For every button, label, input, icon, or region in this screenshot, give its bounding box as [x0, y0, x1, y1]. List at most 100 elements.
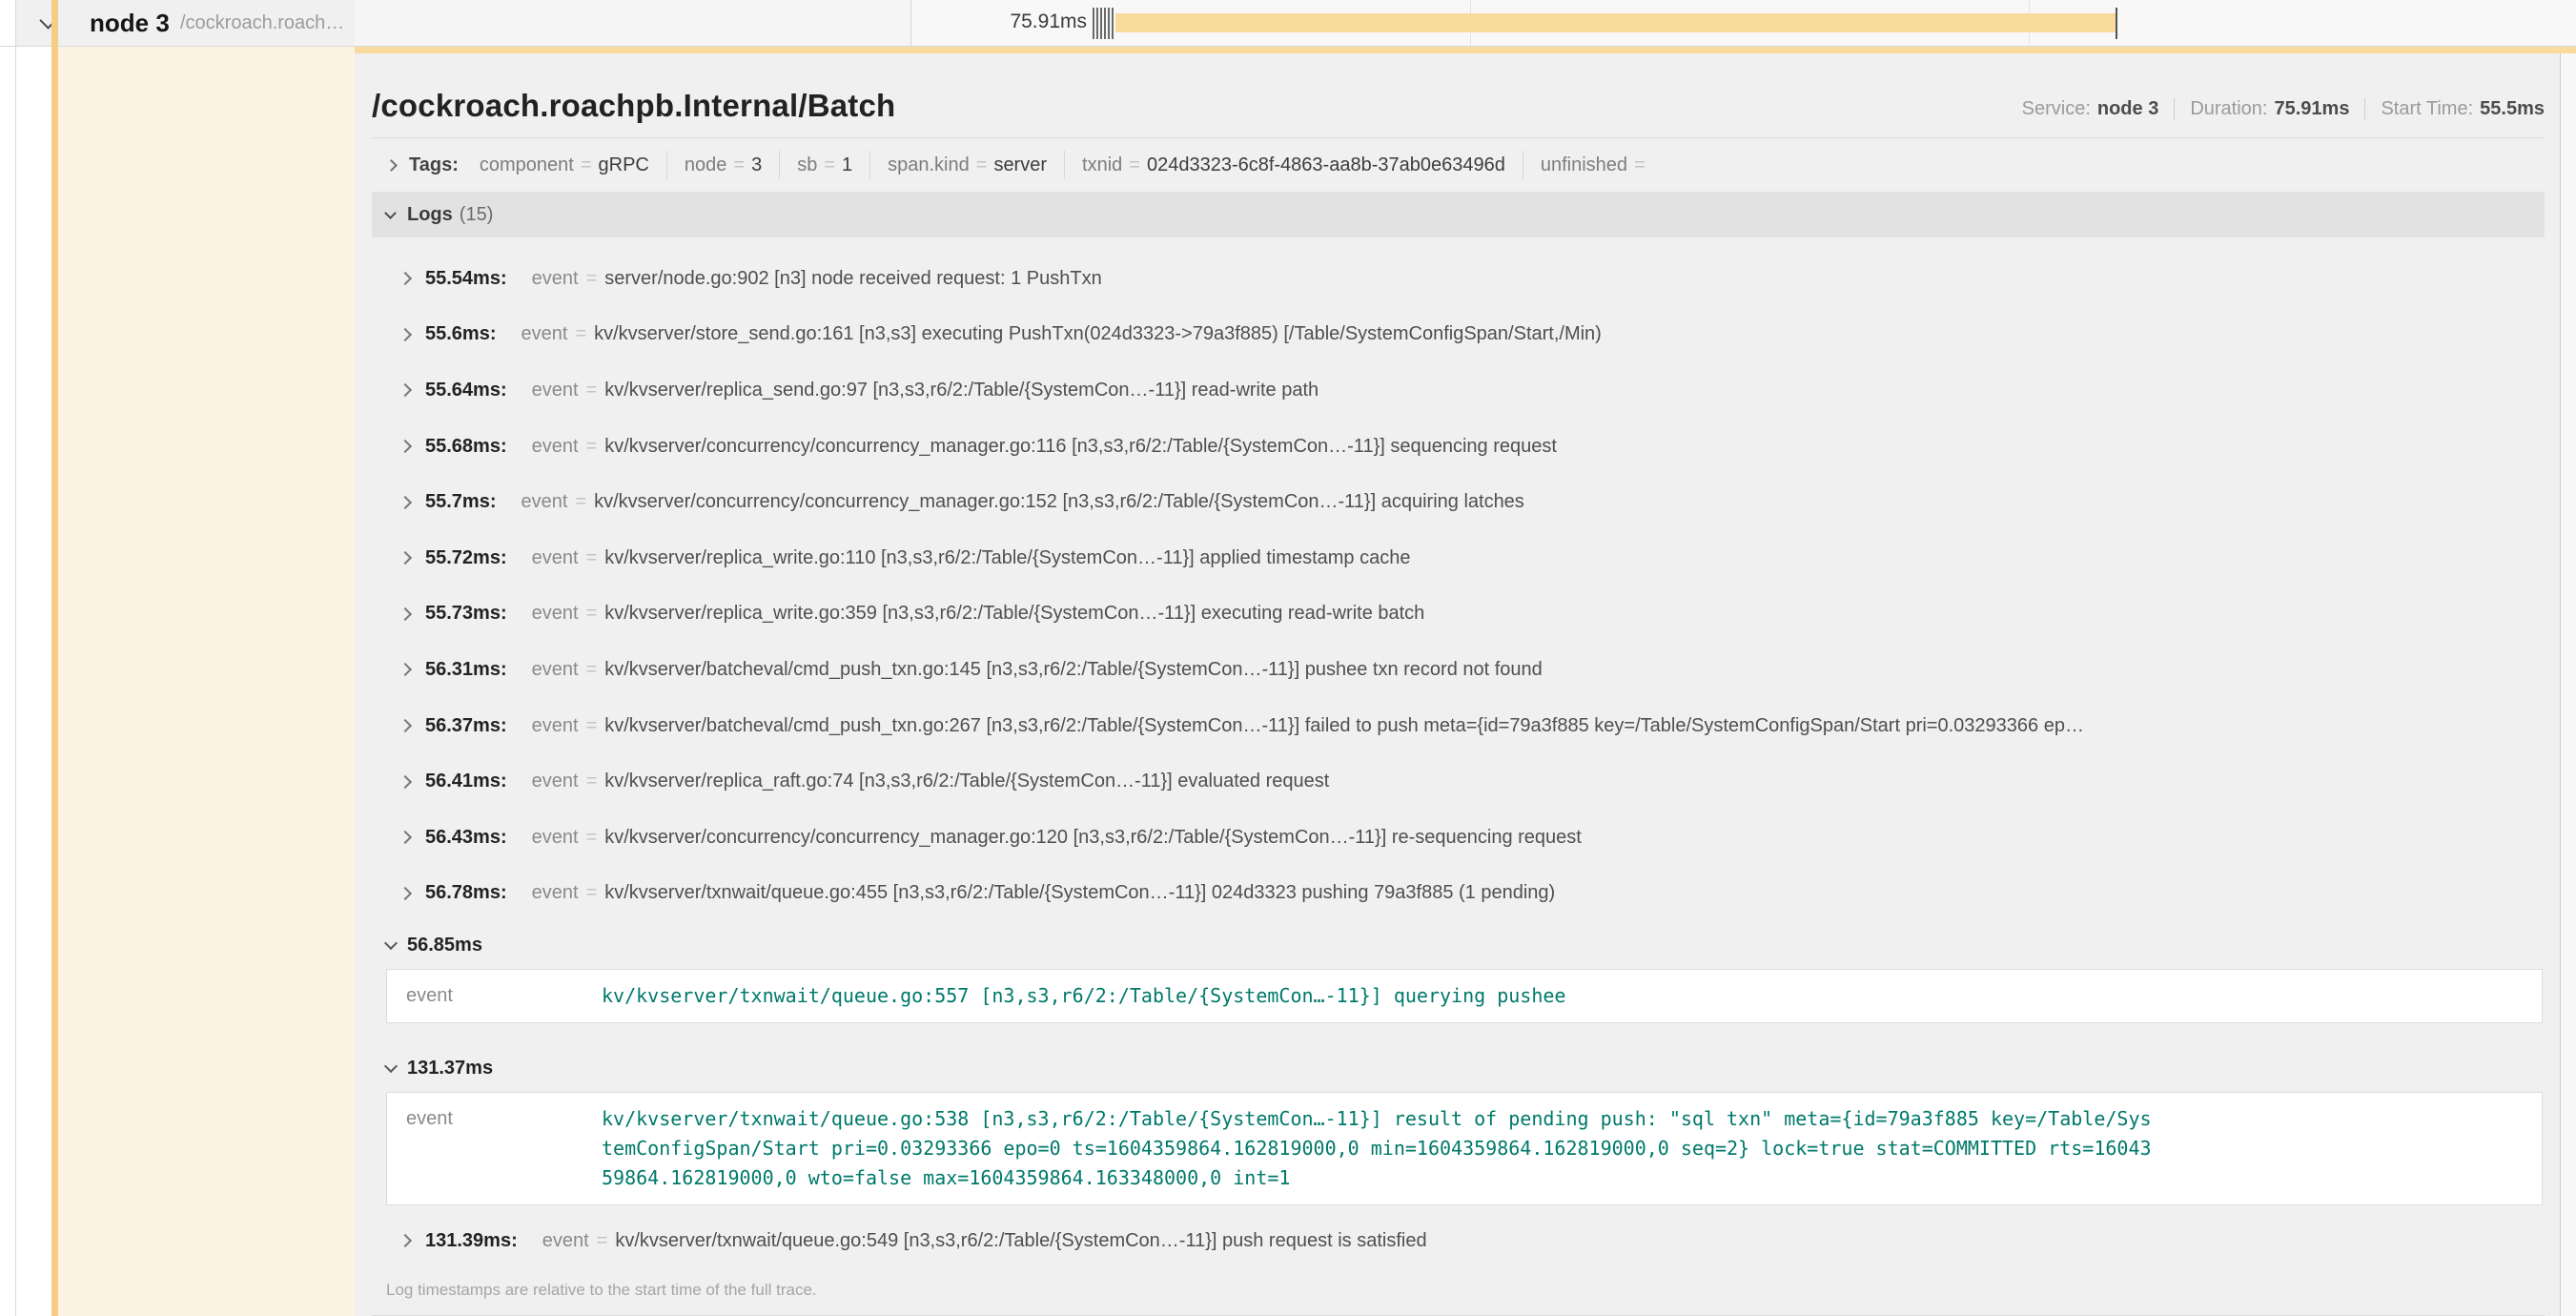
log-timestamp: 55.64ms:: [425, 380, 507, 401]
log-timestamp: 55.68ms:: [425, 436, 507, 458]
chevron-right-icon: [399, 383, 412, 397]
span-bar-hatch-marks: [1093, 8, 1114, 39]
log-message: kv/kvserver/store_send.go:161 [n3,s3] ex…: [594, 323, 1602, 345]
log-message: server/node.go:902 [n3] node received re…: [604, 268, 1101, 290]
trace-viewer: node 3 /cockroach.roach… 75.91ms /cockro…: [0, 0, 2576, 1316]
tag-equals-sign: =: [824, 154, 835, 176]
tag-key: component: [480, 154, 574, 176]
tag-key: node: [685, 154, 727, 176]
log-row[interactable]: 56.78ms: event = kv/kvserver/txnwait/que…: [355, 866, 2545, 922]
span-meta-item: Service: node 3: [2022, 98, 2159, 120]
selected-span-highlight-column: [58, 47, 355, 1316]
tag-equals-sign: =: [976, 154, 988, 176]
log-field-key: event: [532, 659, 579, 681]
log-timestamp: 131.37ms: [407, 1058, 493, 1080]
tag-value: server: [993, 154, 1047, 176]
chevron-right-icon: [399, 1234, 412, 1247]
span-meta-item: Duration: 75.91ms: [2174, 98, 2349, 120]
tag-equals-sign: =: [1129, 154, 1140, 176]
log-row[interactable]: 55.7ms: event = kv/kvserver/concurrency/…: [355, 474, 2545, 530]
log-row[interactable]: 131.39ms: event = kv/kvserver/txnwait/qu…: [355, 1213, 2545, 1269]
log-row[interactable]: 55.68ms: event = kv/kvserver/concurrency…: [355, 419, 2545, 475]
log-expanded-header[interactable]: 131.37ms: [355, 1044, 2545, 1092]
span-row-spacer: [355, 0, 910, 46]
span-name-cell[interactable]: node 3 /cockroach.roach…: [16, 0, 355, 46]
page-title: /cockroach.roachpb.Internal/Batch: [372, 88, 895, 124]
chevron-right-icon: [399, 440, 412, 453]
log-row[interactable]: 55.72ms: event = kv/kvserver/replica_wri…: [355, 530, 2545, 586]
chevron-right-icon: [399, 887, 412, 900]
left-rail-divider: [15, 0, 16, 1316]
span-meta-bar: Service: node 3 Duration: 75.91ms Start …: [2022, 98, 2545, 124]
log-row-expanded: 56.85ms event kv/kvserver/txnwait/queue.…: [355, 921, 2545, 1023]
log-field-value: kv/kvserver/txnwait/queue.go:557 [n3,s3,…: [602, 981, 2156, 1011]
tag-equals-sign: =: [1634, 154, 1646, 176]
logs-expander[interactable]: Logs (15): [372, 192, 2545, 237]
log-equals-sign: =: [586, 268, 598, 290]
tag-value: gRPC: [599, 154, 649, 176]
log-message: kv/kvserver/concurrency/concurrency_mana…: [604, 436, 1557, 458]
log-field-key: event: [532, 436, 579, 458]
log-row[interactable]: 56.31ms: event = kv/kvserver/batcheval/c…: [355, 642, 2545, 698]
meta-value: node 3: [2097, 98, 2158, 120]
log-field-key: event: [406, 981, 602, 1011]
panel-right-gutter: [2561, 53, 2576, 1316]
log-field-key: event: [532, 827, 579, 849]
log-message: kv/kvserver/txnwait/queue.go:549 [n3,s3,…: [615, 1230, 1426, 1252]
log-timestamp: 55.54ms:: [425, 268, 507, 290]
log-row[interactable]: 55.73ms: event = kv/kvserver/replica_wri…: [355, 586, 2545, 643]
tag-key: sb: [797, 154, 817, 176]
log-equals-sign: =: [586, 771, 598, 792]
log-row[interactable]: 55.54ms: event = server/node.go:902 [n3]…: [355, 251, 2545, 307]
tag-item: txnid = 024d3323-6c8f-4863-aa8b-37ab0e63…: [1064, 151, 1523, 179]
log-equals-sign: =: [586, 659, 598, 681]
log-equals-sign: =: [586, 882, 598, 904]
meta-label: Duration:: [2190, 98, 2267, 120]
tag-equals-sign: =: [581, 154, 592, 176]
log-detail-table: event kv/kvserver/txnwait/queue.go:538 […: [386, 1092, 2543, 1205]
log-timestamp: 56.78ms:: [425, 882, 507, 904]
meta-label: Service:: [2022, 98, 2091, 120]
chevron-right-icon: [399, 551, 412, 565]
tag-key: span.kind: [888, 154, 970, 176]
meta-value: 75.91ms: [2274, 98, 2349, 120]
tag-equals-sign: =: [733, 154, 745, 176]
log-row[interactable]: 56.41ms: event = kv/kvserver/replica_raf…: [355, 753, 2545, 810]
log-equals-sign: =: [586, 715, 598, 737]
tags-expander[interactable]: Tags: component = gRPC node = 3 sb = 1 s…: [372, 138, 2560, 192]
span-duration-label: 75.91ms: [944, 10, 1087, 33]
chevron-right-icon: [399, 328, 412, 341]
log-row[interactable]: 56.37ms: event = kv/kvserver/batcheval/c…: [355, 698, 2545, 754]
log-equals-sign: =: [575, 491, 586, 513]
tag-value: 1: [842, 154, 852, 176]
chevron-right-icon: [399, 831, 412, 844]
chevron-down-icon: [384, 207, 397, 219]
log-timestamp: 56.85ms: [407, 935, 482, 956]
logs-list: 55.54ms: event = server/node.go:902 [n3]…: [355, 237, 2545, 1269]
chevron-down-icon: [384, 936, 398, 950]
span-row[interactable]: node 3 /cockroach.roach… 75.91ms: [0, 0, 2576, 47]
log-detail-table: event kv/kvserver/txnwait/queue.go:557 […: [386, 969, 2543, 1023]
log-row[interactable]: 56.43ms: event = kv/kvserver/concurrency…: [355, 810, 2545, 866]
log-message: kv/kvserver/txnwait/queue.go:455 [n3,s3,…: [604, 882, 1555, 904]
log-timestamp: 56.37ms:: [425, 715, 507, 737]
log-row[interactable]: 55.6ms: event = kv/kvserver/store_send.g…: [355, 307, 2545, 363]
log-timestamp: 55.6ms:: [425, 323, 497, 345]
span-detail-header: /cockroach.roachpb.Internal/Batch Servic…: [372, 82, 2545, 137]
log-field-key: event: [532, 882, 579, 904]
log-field-key: event: [406, 1104, 602, 1193]
logs-title: Logs: [407, 204, 453, 226]
chevron-right-icon: [399, 719, 412, 732]
span-duration-bar: [1115, 13, 2116, 32]
log-expanded-header[interactable]: 56.85ms: [355, 921, 2545, 969]
logs-footer-note: Log timestamps are relative to the start…: [386, 1281, 2560, 1302]
log-row[interactable]: 55.64ms: event = kv/kvserver/replica_sen…: [355, 362, 2545, 419]
span-detail-panel: /cockroach.roachpb.Internal/Batch Servic…: [355, 53, 2561, 1316]
span-color-stripe: [51, 0, 58, 1316]
tag-key: txnid: [1082, 154, 1122, 176]
log-message: kv/kvserver/batcheval/cmd_push_txn.go:26…: [604, 715, 2084, 737]
log-message: kv/kvserver/concurrency/concurrency_mana…: [604, 827, 1582, 849]
log-message: kv/kvserver/replica_send.go:97 [n3,s3,r6…: [604, 380, 1319, 401]
log-timestamp: 131.39ms:: [425, 1230, 518, 1252]
tag-item: node = 3: [666, 151, 779, 179]
